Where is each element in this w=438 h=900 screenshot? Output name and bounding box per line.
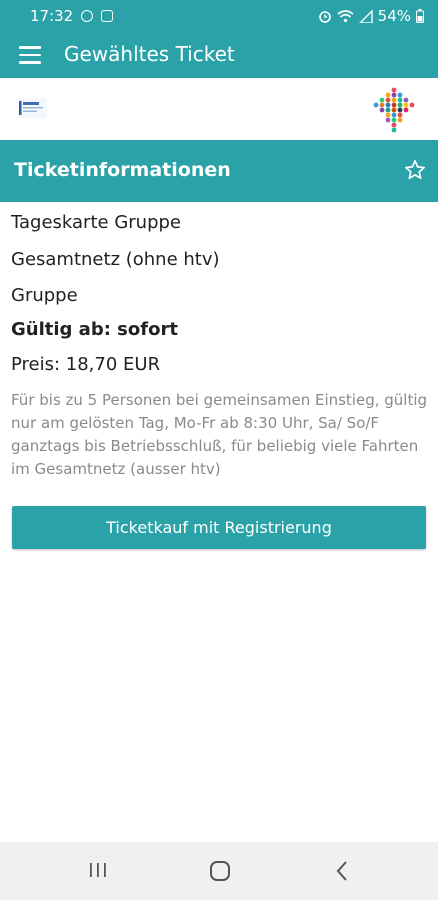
back-icon[interactable] [334, 860, 350, 882]
battery-level: 54% [377, 7, 411, 25]
home-icon[interactable] [209, 860, 231, 882]
section-title: Ticketinformationen [14, 159, 231, 181]
ticket-category: Gruppe [11, 285, 78, 306]
status-bar: 17:32 54% [0, 0, 438, 32]
notification-icon [81, 10, 94, 22]
app-title: Gewähltes Ticket [64, 42, 235, 66]
buy-ticket-button[interactable]: Ticketkauf mit Registrierung [12, 506, 426, 549]
alarm-icon [318, 11, 331, 23]
status-time: 17:32 [30, 7, 74, 25]
system-nav-bar [0, 842, 438, 900]
wifi-icon [337, 9, 354, 22]
hamburger-menu-icon[interactable] [19, 46, 41, 64]
ticket-valid-from: Gültig ab: sofort [11, 319, 178, 340]
recent-apps-icon[interactable] [88, 860, 108, 880]
ticket-description: Für bis zu 5 Personen bei gemeinsamen Ei… [11, 391, 428, 478]
status-bar-left: 17:32 [30, 7, 114, 25]
operator-logo [19, 98, 47, 118]
status-bar-right: 54% [318, 7, 424, 25]
ticket-info-header: Ticketinformationen [0, 140, 438, 202]
ticket-name: Tageskarte Gruppe [11, 212, 181, 233]
app-bar: Gewähltes Ticket [0, 32, 438, 78]
gallery-icon [101, 10, 114, 22]
ticket-network: Gesamtnetz (ohne htv) [11, 249, 220, 270]
ticket-price: Preis: 18,70 EUR [11, 354, 161, 375]
battery-icon [416, 9, 424, 23]
signal-icon [358, 9, 373, 23]
star-outline-icon[interactable] [404, 159, 426, 181]
network-logo [373, 87, 415, 133]
